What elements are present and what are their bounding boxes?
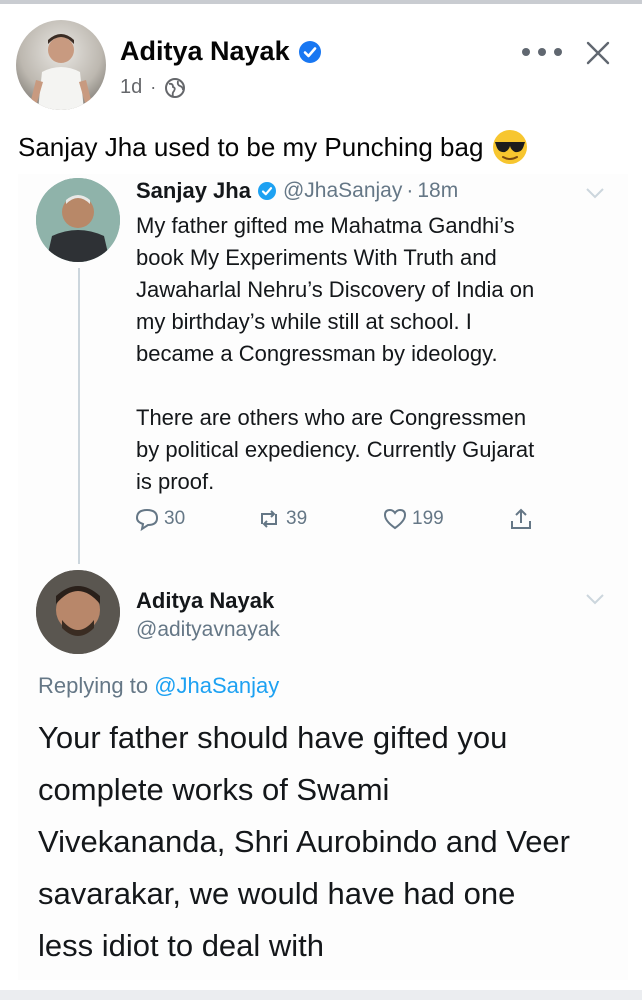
- reply-author-handle[interactable]: @adityavnayak: [136, 618, 280, 642]
- globe-icon[interactable]: [164, 77, 186, 99]
- reply-button[interactable]: 30: [134, 506, 185, 532]
- reply-text: Your father should have gifted you compl…: [38, 712, 618, 972]
- post-caption: Sanjay Jha used to be my Punching bag: [18, 131, 484, 162]
- retweet-count: 39: [286, 508, 308, 529]
- like-button[interactable]: 199: [382, 506, 444, 532]
- tweet-line: Jawaharlal Nehru’s Discovery of India on: [136, 277, 535, 302]
- tweet-line: There are others who are Congressmen: [136, 405, 527, 430]
- author-avatar[interactable]: [16, 20, 106, 110]
- chevron-down-icon[interactable]: [584, 592, 606, 606]
- chevron-down-icon[interactable]: [584, 186, 606, 200]
- post-timestamp[interactable]: 1d: [120, 76, 142, 99]
- reply-count: 30: [164, 508, 186, 529]
- close-icon[interactable]: [583, 38, 613, 68]
- tweet-actions: 30 39 199: [134, 506, 554, 538]
- share-icon: [511, 508, 531, 529]
- tweet-timestamp[interactable]: 18m: [417, 179, 458, 203]
- verified-badge-icon: [298, 40, 321, 63]
- reply-author-avatar[interactable]: [36, 570, 120, 654]
- thread-line: [78, 268, 80, 564]
- author-name[interactable]: Aditya Nayak: [120, 36, 290, 67]
- tweet-line: my birthday’s while still at school. I: [136, 309, 472, 334]
- reply-line: savarakar, we would have had one: [38, 876, 516, 911]
- tweet-line: My father gifted me Mahatma Gandhi’s: [136, 213, 515, 238]
- tweet-line: became a Congressman by ideology.: [136, 341, 498, 366]
- replying-to: Replying to @JhaSanjay: [38, 673, 279, 699]
- reply-line: Vivekananda, Shri Aurobindo and Veer: [38, 824, 570, 859]
- replying-mention[interactable]: @JhaSanjay: [154, 673, 279, 698]
- reply-line: complete works of Swami: [38, 772, 390, 807]
- tweet-line: book My Experiments With Truth and: [136, 245, 497, 270]
- heart-icon: [383, 508, 407, 530]
- tweet-separator: ·: [406, 179, 414, 202]
- tweet-header: Sanjay Jha @JhaSanjay · 18m: [136, 178, 458, 204]
- tweet-author-name[interactable]: Sanjay Jha: [136, 178, 251, 204]
- share-button[interactable]: [508, 506, 538, 532]
- tweet-line: by political expediency. Currently Gujar…: [136, 437, 535, 462]
- tweet-text: My father gifted me Mahatma Gandhi’s boo…: [136, 210, 616, 498]
- like-count: 199: [412, 508, 444, 529]
- reply-line: less idiot to deal with: [38, 928, 325, 963]
- tweet-line: is proof.: [136, 469, 215, 494]
- reply-author-name[interactable]: Aditya Nayak: [136, 588, 274, 614]
- more-options-icon[interactable]: [522, 40, 562, 64]
- sunglasses-emoji-icon: [493, 130, 528, 164]
- tweet-author-avatar[interactable]: [36, 178, 120, 262]
- tweet-author-handle[interactable]: @JhaSanjay: [283, 179, 402, 203]
- replying-prefix: Replying to: [38, 673, 149, 698]
- retweet-icon: [261, 510, 277, 528]
- bottom-divider: [0, 990, 642, 1000]
- post-text: Sanjay Jha used to be my Punching bag: [18, 128, 529, 166]
- verified-badge-icon: [257, 182, 276, 200]
- retweet-button[interactable]: 39: [256, 506, 307, 532]
- reply-icon: [135, 508, 159, 532]
- meta-separator: ·: [150, 77, 157, 97]
- post-header: Aditya Nayak 1d ·: [0, 4, 642, 114]
- reply-line: Your father should have gifted you: [38, 720, 508, 755]
